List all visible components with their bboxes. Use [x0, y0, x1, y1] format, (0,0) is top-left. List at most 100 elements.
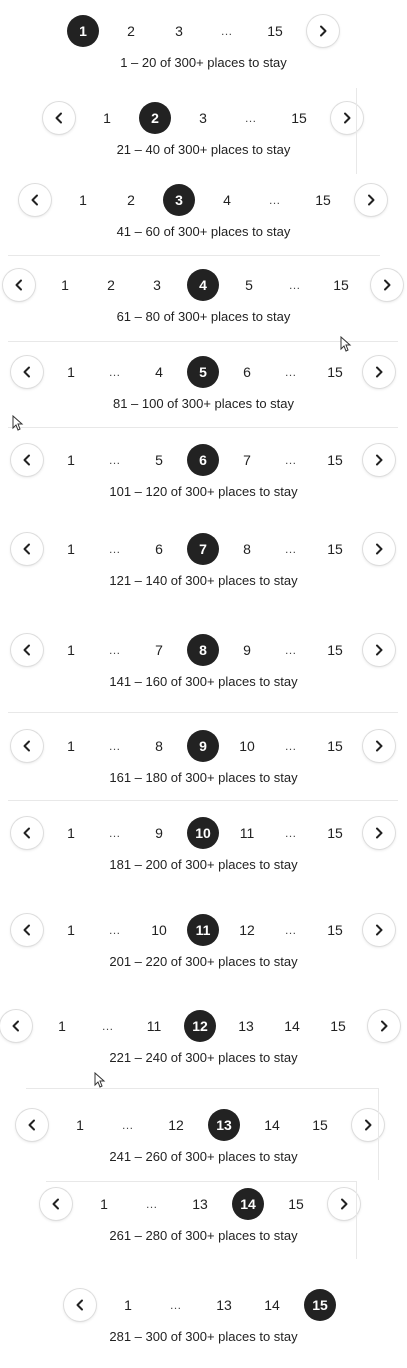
page-ellipsis: … — [121, 1118, 135, 1132]
prev-page-button[interactable] — [11, 914, 43, 946]
prev-page-button[interactable] — [0, 1010, 32, 1042]
page-number-link[interactable]: 15 — [319, 914, 351, 946]
page-number-link[interactable]: 3 — [187, 102, 219, 134]
page-number-link[interactable]: 15 — [319, 817, 351, 849]
page-number-link[interactable]: 15 — [319, 730, 351, 762]
page-number-link[interactable]: 5 — [233, 269, 265, 301]
page-number-link[interactable]: 1 — [91, 102, 123, 134]
next-page-button[interactable] — [363, 817, 395, 849]
chevron-right-icon — [373, 740, 385, 752]
next-page-button[interactable] — [363, 356, 395, 388]
page-number-link[interactable]: 7 — [231, 444, 263, 476]
page-number-link[interactable]: 9 — [143, 817, 175, 849]
page-number-link[interactable]: 1 — [67, 184, 99, 216]
prev-page-button[interactable] — [11, 444, 43, 476]
pagination-bar: 1 … 10 11 12 … 15 — [0, 914, 407, 948]
prev-page-button[interactable] — [43, 102, 75, 134]
page-number-link[interactable]: 14 — [256, 1109, 288, 1141]
page-number-link[interactable]: 12 — [160, 1109, 192, 1141]
next-page-button[interactable] — [368, 1010, 400, 1042]
page-number-link[interactable]: 15 — [319, 444, 351, 476]
page-number-link[interactable]: 10 — [143, 914, 175, 946]
prev-page-button[interactable] — [40, 1188, 72, 1220]
page-number-link[interactable]: 2 — [115, 184, 147, 216]
prev-page-button[interactable] — [19, 184, 51, 216]
page-number-link[interactable]: 7 — [143, 634, 175, 666]
page-number-link[interactable]: 8 — [143, 730, 175, 762]
page-number-link[interactable]: 2 — [95, 269, 127, 301]
page-number-link[interactable]: 10 — [231, 730, 263, 762]
prev-page-button[interactable] — [16, 1109, 48, 1141]
page-number-link[interactable]: 15 — [325, 269, 357, 301]
page-number-link[interactable]: 14 — [256, 1289, 288, 1321]
page-number-link[interactable]: 15 — [319, 533, 351, 565]
page-number-link[interactable]: 12 — [231, 914, 263, 946]
next-page-button[interactable] — [363, 914, 395, 946]
page-number-link[interactable]: 11 — [138, 1010, 170, 1042]
page-number-link[interactable]: 3 — [141, 269, 173, 301]
next-page-button[interactable] — [363, 444, 395, 476]
page-number-link[interactable]: 1 — [55, 914, 87, 946]
page-number-link[interactable]: 1 — [55, 817, 87, 849]
prev-page-button[interactable] — [11, 817, 43, 849]
page-number-link[interactable]: 15 — [319, 634, 351, 666]
page-number-link[interactable]: 6 — [231, 356, 263, 388]
page-number-link[interactable]: 1 — [88, 1188, 120, 1220]
page-number-link[interactable]: 1 — [49, 269, 81, 301]
page-number-link[interactable]: 1 — [55, 533, 87, 565]
page-number-link[interactable]: 13 — [208, 1289, 240, 1321]
page-number-link[interactable]: 11 — [231, 817, 263, 849]
prev-page-button[interactable] — [11, 634, 43, 666]
results-range-caption: 221 – 240 of 300+ places to stay — [109, 1050, 298, 1065]
page-number-link[interactable]: 4 — [143, 356, 175, 388]
next-page-button[interactable] — [355, 184, 387, 216]
page-number-link[interactable]: 13 — [184, 1188, 216, 1220]
page-number-link[interactable]: 15 — [304, 1109, 336, 1141]
next-page-button[interactable] — [352, 1109, 384, 1141]
page-number-link[interactable]: 15 — [319, 356, 351, 388]
page-number-link[interactable]: 14 — [276, 1010, 308, 1042]
next-page-button[interactable] — [363, 634, 395, 666]
prev-page-button[interactable] — [11, 533, 43, 565]
page-number-link[interactable]: 1 — [55, 730, 87, 762]
prev-page-button[interactable] — [64, 1289, 96, 1321]
page-number-link[interactable]: 1 — [55, 444, 87, 476]
page-number-link[interactable]: 8 — [231, 533, 263, 565]
results-range-caption: 181 – 200 of 300+ places to stay — [109, 857, 298, 872]
page-number-link[interactable]: 2 — [115, 15, 147, 47]
page-number-link[interactable]: 3 — [163, 15, 195, 47]
chevron-right-icon — [373, 827, 385, 839]
prev-page-button[interactable] — [3, 269, 35, 301]
chevron-left-icon — [21, 827, 33, 839]
page-number-link[interactable]: 9 — [231, 634, 263, 666]
prev-page-button[interactable] — [11, 356, 43, 388]
page-number-link[interactable]: 1 — [64, 1109, 96, 1141]
page-number-link[interactable]: 1 — [112, 1289, 144, 1321]
page-number-link[interactable]: 1 — [55, 634, 87, 666]
next-page-button[interactable] — [371, 269, 403, 301]
next-page-button[interactable] — [331, 102, 363, 134]
page-number-link[interactable]: 15 — [283, 102, 315, 134]
pagination-bar: 1 … 6 7 8 … 15 — [0, 533, 407, 567]
page-number-link[interactable]: 5 — [143, 444, 175, 476]
section-divider — [8, 800, 398, 801]
next-page-button[interactable] — [363, 533, 395, 565]
page-number-link[interactable]: 15 — [307, 184, 339, 216]
next-page-button[interactable] — [363, 730, 395, 762]
page-number-link[interactable]: 15 — [322, 1010, 354, 1042]
chevron-left-icon — [53, 112, 65, 124]
chevron-right-icon — [381, 279, 393, 291]
page-number-link[interactable]: 4 — [211, 184, 243, 216]
prev-page-button[interactable] — [11, 730, 43, 762]
results-range-caption: 101 – 120 of 300+ places to stay — [109, 484, 298, 499]
chevron-right-icon — [378, 1020, 390, 1032]
pagination-bar: 1 2 3 4 5 … 15 — [0, 269, 407, 303]
page-number-link[interactable]: 1 — [46, 1010, 78, 1042]
page-number-link[interactable]: 6 — [143, 533, 175, 565]
page-number-link[interactable]: 13 — [230, 1010, 262, 1042]
page-number-link[interactable]: 15 — [280, 1188, 312, 1220]
page-number-link[interactable]: 15 — [259, 15, 291, 47]
current-page-number: 6 — [187, 444, 219, 476]
next-page-button[interactable] — [307, 15, 339, 47]
page-number-link[interactable]: 1 — [55, 356, 87, 388]
